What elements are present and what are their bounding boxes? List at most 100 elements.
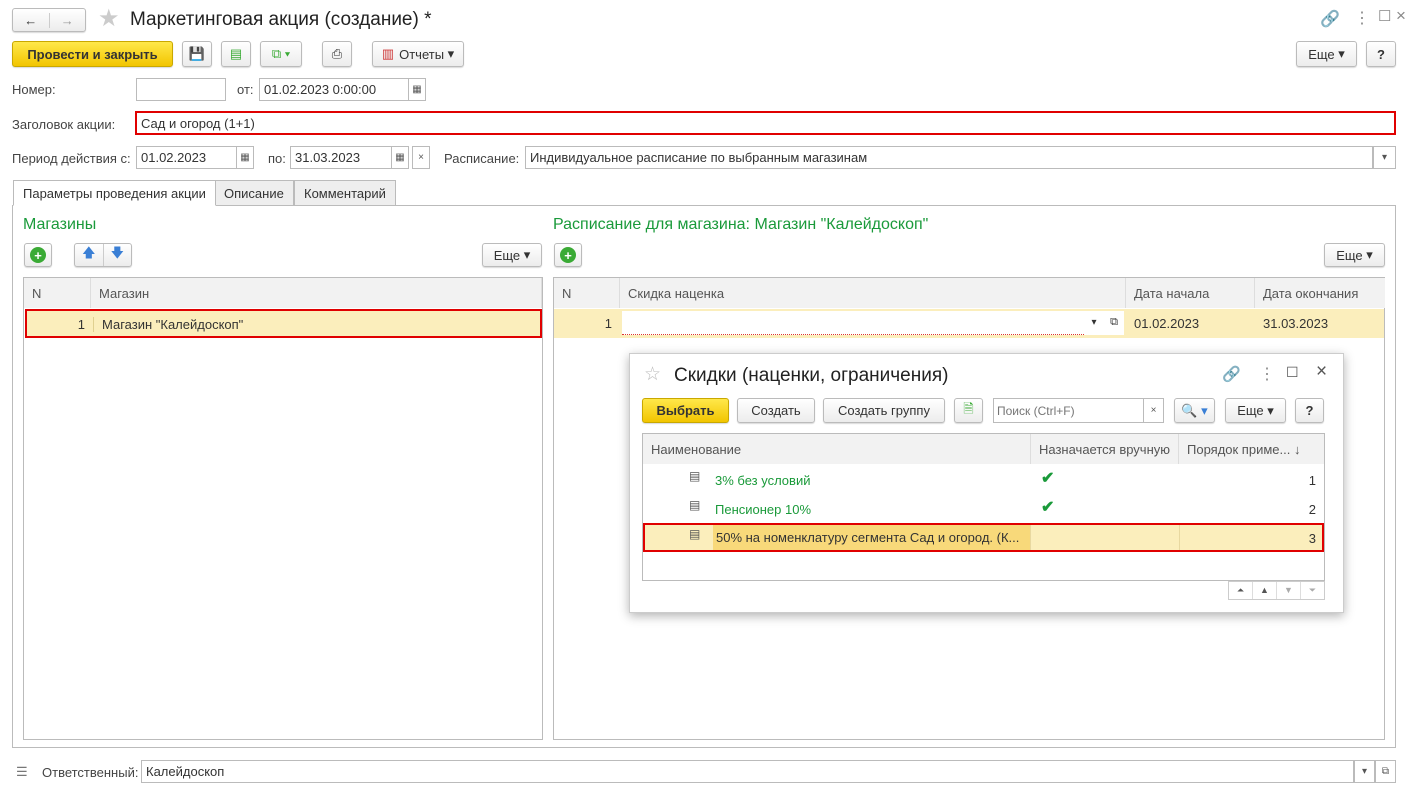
save-icon[interactable]: 💾 [182,41,212,67]
store-name: Магазин "Калейдоскоп" [93,317,533,332]
schedule-more-button[interactable]: Еще ▾ [1324,243,1385,267]
more-menu-icon[interactable]: ⋮ [1354,8,1370,28]
more-button[interactable]: Еще ▾ [1296,41,1357,67]
post-icon[interactable]: ▤ [221,41,251,67]
scroll-up-icon[interactable]: ▲ [1253,582,1277,599]
title-label: Заголовок акции: [12,117,116,132]
date-input[interactable]: 01.02.2023 0:00:00 [259,78,409,101]
add-icon: + [30,247,46,263]
scroll-last-icon[interactable]: ⏷ [1301,582,1324,599]
add-store-button[interactable]: + [24,243,52,267]
more-menu-icon[interactable]: ⋮ [1259,364,1275,384]
tab-description[interactable]: Описание [214,180,294,206]
select-button[interactable]: Выбрать [642,398,729,423]
more-label: Еще [493,247,521,263]
column-header-order[interactable]: Порядок приме... ↓ [1179,434,1324,464]
open-icon[interactable]: ⧉ [1375,760,1396,783]
schedule-label: Расписание: [444,151,520,166]
calendar-icon[interactable]: ▦ [408,78,426,101]
table-row[interactable]: ▤ 50% на номенклатуру сегмента Сад и ого… [643,523,1324,552]
period-to-input[interactable]: 31.03.2023 [290,146,392,169]
link-icon[interactable]: 🔗 [1222,365,1241,383]
period-label: Период действия с: [12,151,131,166]
forward-button[interactable]: → [50,13,86,28]
discounts-table: Наименование Назначается вручную Порядок… [642,433,1325,581]
row-number: 1 [77,317,85,332]
column-header-n[interactable]: N [24,278,91,308]
maximize-icon[interactable]: ☐ [1378,7,1391,25]
stores-title: Магазины [23,216,97,233]
discount-name: 50% на номенклатуру сегмента Сад и огоро… [713,525,1030,550]
favorite-star-icon[interactable]: ☆ [644,363,661,386]
discount-input[interactable] [622,311,1084,335]
table-row[interactable]: ▤ Пенсионер 10% ✔ 2 [643,494,1324,523]
table-row[interactable]: ▤ 3% без условий ✔ 1 [643,465,1324,494]
maximize-icon[interactable]: ☐ [1286,364,1299,381]
more-label: Еще [1308,46,1335,62]
clear-icon[interactable]: × [412,146,430,169]
schedule-select[interactable]: Индивидуальное расписание по выбранным м… [525,146,1373,169]
dropdown-icon[interactable]: ▾ [1373,146,1396,169]
create-based-on-icon[interactable]: ⧉ ▾ [260,41,302,67]
table-row[interactable]: 1 ▾ ⧉ 01.02.2023 31.03.2023 [554,309,1384,338]
date-from-label: от: [237,82,254,97]
link-icon[interactable]: 🔗 [1320,9,1340,29]
dialog-help-button[interactable]: ? [1295,398,1324,423]
close-icon[interactable]: × [1396,6,1406,26]
favorite-star-icon[interactable]: ★ [98,4,120,33]
dropdown-icon[interactable]: ▾ [1354,760,1375,783]
scroll-first-icon[interactable]: ⏶ [1229,582,1253,599]
create-button[interactable]: Создать [737,398,815,423]
checkmark-icon: ✔ [1041,499,1055,516]
help-button[interactable]: ? [1366,41,1396,67]
dialog-title: Скидки (наценки, ограничения) [674,365,949,386]
table-row[interactable]: 1 Магазин "Калейдоскоп" [25,309,542,338]
period-from-input[interactable]: 01.02.2023 [136,146,237,169]
column-header-discount[interactable]: Скидка наценка [620,278,1126,308]
period-to-label: по: [268,151,286,166]
post-and-close-button[interactable]: Провести и закрыть [12,41,173,67]
column-header-name[interactable]: Наименование [643,434,1031,464]
calendar-icon[interactable]: ▦ [391,146,409,169]
search-options-button[interactable]: 🔍 ▾ [1174,398,1215,423]
number-input[interactable] [136,78,226,101]
move-up-icon[interactable]: 🡅 [75,244,104,266]
clear-search-icon[interactable]: × [1143,398,1164,423]
copy-icon[interactable]: 🗎 [954,398,983,423]
create-group-button[interactable]: Создать группу [823,398,945,423]
column-header-manual[interactable]: Назначается вручную [1031,434,1179,464]
discount-icon: ▤ [689,498,701,512]
column-header-start[interactable]: Дата начала [1126,278,1255,308]
dialog-more-button[interactable]: Еще ▾ [1225,398,1286,423]
column-header-end[interactable]: Дата окончания [1255,278,1385,308]
discount-name: 3% без условий [715,473,811,488]
discount-icon: ▤ [689,527,701,541]
responsible-input[interactable]: Калейдоскоп [141,760,1354,783]
discount-icon: ▤ [689,469,701,483]
close-icon[interactable]: × [1316,361,1327,383]
search-input[interactable] [993,398,1144,423]
tab-parameters[interactable]: Параметры проведения акции [13,180,216,206]
reports-button[interactable]: ▥ Отчеты ▾ [372,41,464,67]
reports-label: Отчеты [399,46,445,62]
order-value: 3 [1308,531,1316,546]
tab-comment[interactable]: Комментарий [294,180,396,206]
add-icon: + [560,247,576,263]
open-icon[interactable]: ⧉ [1104,311,1124,335]
comment-icon[interactable]: ☰ [16,764,28,780]
responsible-label: Ответственный: [42,765,139,780]
row-number: 1 [604,316,612,331]
dropdown-icon[interactable]: ▾ [1084,311,1104,335]
add-schedule-button[interactable]: + [554,243,582,267]
title-input[interactable]: Сад и огород (1+1) [135,111,1396,135]
calendar-icon[interactable]: ▦ [236,146,254,169]
column-header-n[interactable]: N [554,278,620,308]
move-down-icon[interactable]: 🡇 [104,244,132,266]
print-icon[interactable]: ⎙ [322,41,352,67]
scroll-down-icon[interactable]: ▼ [1277,582,1301,599]
end-date: 31.03.2023 [1263,316,1329,331]
column-header-store[interactable]: Магазин [91,278,542,308]
stores-table: N Магазин 1 Магазин "Калейдоскоп" [23,277,543,740]
back-button[interactable]: ← [13,12,50,28]
stores-more-button[interactable]: Еще ▾ [482,243,542,267]
